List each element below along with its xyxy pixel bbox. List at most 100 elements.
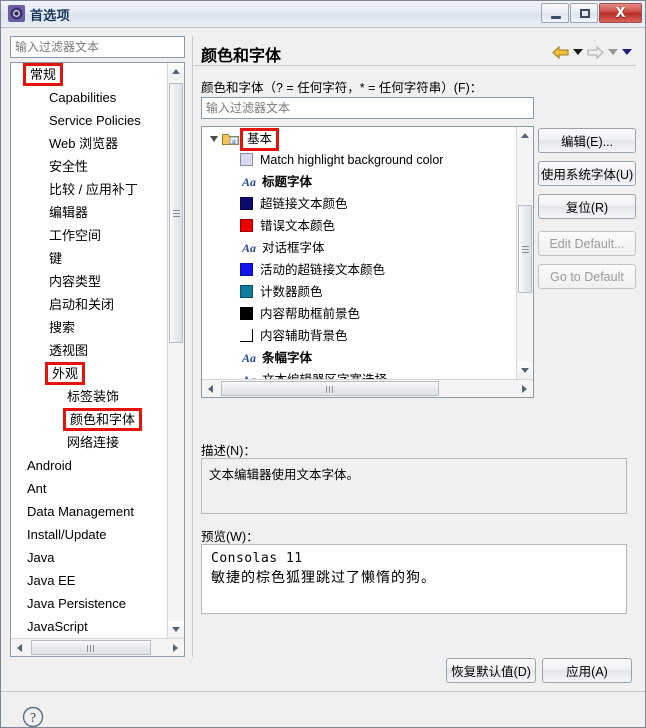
sidebar-item[interactable]: Web 浏览器 — [11, 132, 167, 155]
sidebar-scroll-thumb[interactable] — [169, 83, 183, 343]
sidebar-item-label: 安全性 — [49, 159, 89, 174]
colors-fonts-item-row[interactable]: Aa 对话框字体 — [202, 237, 516, 259]
colors-fonts-item-label: 错误文本颜色 — [260, 219, 336, 233]
maximize-button[interactable] — [570, 3, 598, 23]
colors-fonts-group-row[interactable]: a 基本 — [202, 127, 516, 151]
scroll-right-arrow-icon[interactable] — [167, 639, 184, 656]
reset-button[interactable]: 复位(R) — [538, 194, 636, 219]
sidebar-item[interactable]: Capabilities — [11, 86, 167, 109]
list-hscroll-thumb[interactable] — [221, 381, 439, 396]
sidebar-item[interactable]: 键 — [11, 247, 167, 270]
sidebar-item-label: 网络连接 — [67, 435, 120, 450]
font-sample-icon: Aa — [240, 369, 258, 379]
restore-defaults-button[interactable]: 恢复默认值(D) — [446, 658, 536, 683]
svg-text:a: a — [232, 138, 236, 146]
edit-button[interactable]: 编辑(E)... — [538, 128, 636, 153]
sidebar-item-label: Install/Update — [27, 527, 107, 542]
sidebar-item[interactable]: 启动和关闭 — [11, 293, 167, 316]
colors-fonts-item-row[interactable]: Aa文本编辑器区字宽选择 — [202, 369, 516, 379]
colors-fonts-item-row[interactable]: Aa 条幅字体 — [202, 347, 516, 369]
main-panel: 颜色和字体 颜色和字体（? = 任何字符，* = 任何字符串）(F)： 输入过滤… — [192, 36, 636, 657]
use-system-font-button[interactable]: 使用系统字体(U) — [538, 161, 636, 186]
back-arrow-icon[interactable] — [552, 45, 569, 60]
sidebar-hscroll-thumb[interactable] — [31, 640, 151, 655]
colors-fonts-tree: a 基本 Match highlight background color Aa 标题字… — [201, 126, 534, 398]
colors-fonts-item-label: 内容辅助背景色 — [260, 329, 348, 343]
sidebar-item[interactable]: Data Management — [11, 500, 167, 523]
color-swatch — [240, 219, 253, 232]
list-scroll-thumb[interactable] — [518, 205, 532, 293]
go-to-default-button: Go to Default — [538, 264, 636, 289]
sidebar-item[interactable]: 标签装饰 — [11, 385, 167, 408]
colors-fonts-item-row[interactable]: 超链接文本颜色 — [202, 193, 516, 215]
more-menu-chevron-down-icon[interactable] — [622, 49, 632, 55]
colors-fonts-list: a 基本 Match highlight background color Aa 标题字… — [202, 127, 516, 379]
colors-fonts-item-row[interactable]: Match highlight background color — [202, 149, 516, 171]
sidebar-item[interactable]: 安全性 — [11, 155, 167, 178]
sidebar-item[interactable]: 比较 / 应用补丁 — [11, 178, 167, 201]
color-swatch — [240, 197, 253, 210]
title-bar: 首选项 X — [0, 0, 646, 28]
colors-fonts-item-row[interactable]: 错误文本颜色 — [202, 215, 516, 237]
sidebar-item[interactable]: 工作空间 — [11, 224, 167, 247]
close-icon: X — [615, 5, 626, 21]
sidebar-item[interactable]: 透视图 — [11, 339, 167, 362]
minimize-button[interactable] — [541, 3, 569, 23]
colors-fonts-item-row[interactable]: 活动的超链接文本颜色 — [202, 259, 516, 281]
sidebar-item[interactable]: 编辑器 — [11, 201, 167, 224]
sidebar-item[interactable]: Java — [11, 546, 167, 569]
scroll-left-arrow-icon[interactable] — [11, 639, 28, 656]
sidebar-item[interactable]: JavaScript — [11, 615, 167, 638]
help-question-icon[interactable]: ? — [22, 706, 44, 728]
sidebar-item[interactable]: 常规 — [11, 63, 167, 86]
colors-fonts-item-label: 超链接文本颜色 — [260, 197, 348, 211]
sidebar-item[interactable]: 颜色和字体 — [11, 408, 167, 431]
list-scroll-up-arrow-icon[interactable] — [517, 127, 533, 144]
list-horizontal-scrollbar[interactable] — [202, 379, 533, 397]
scroll-down-arrow-icon[interactable] — [168, 621, 184, 638]
back-menu-chevron-down-icon[interactable] — [573, 49, 583, 55]
sidebar-item[interactable]: 外观 — [11, 362, 167, 385]
dialog-body: 常规 Capabilities Service Policies Web 浏览器安全性… — [0, 28, 646, 728]
list-vertical-scrollbar[interactable] — [516, 127, 533, 379]
preview-box: Consolas 11 敏捷的棕色狐狸跳过了懒惰的狗。 — [201, 544, 627, 614]
expanded-triangle-icon[interactable] — [210, 127, 220, 149]
list-scroll-right-arrow-icon[interactable] — [516, 380, 533, 397]
folder-font-icon: a — [222, 131, 239, 146]
colors-fonts-item-row[interactable]: Aa 标题字体 — [202, 171, 516, 193]
preferences-dialog: 首选项 X 常规 Capabilities Service Policies Web … — [0, 0, 646, 728]
sidebar-item[interactable]: Ant — [11, 477, 167, 500]
sidebar-item-label: Capabilities — [49, 90, 117, 105]
color-swatch — [240, 263, 253, 276]
list-scroll-down-arrow-icon[interactable] — [517, 362, 533, 379]
sidebar-filter-input[interactable] — [10, 36, 185, 58]
sidebar-item-label: JavaScript — [27, 619, 88, 634]
sidebar-item[interactable]: 搜索 — [11, 316, 167, 339]
list-scroll-left-arrow-icon[interactable] — [202, 380, 219, 397]
scroll-up-arrow-icon[interactable] — [168, 63, 184, 80]
sidebar: 常规 Capabilities Service Policies Web 浏览器安全性… — [10, 36, 185, 657]
close-button[interactable]: X — [599, 3, 642, 23]
sidebar-item[interactable]: Java EE — [11, 569, 167, 592]
sidebar-vertical-scrollbar[interactable] — [167, 63, 184, 638]
preferences-gear-icon — [8, 5, 25, 22]
apply-button[interactable]: 应用(A) — [542, 658, 632, 683]
sidebar-item[interactable]: Service Policies — [11, 109, 167, 132]
sidebar-item[interactable]: Android — [11, 454, 167, 477]
colors-fonts-filter-input[interactable] — [201, 97, 534, 119]
colors-fonts-filter-label: 颜色和字体（? = 任何字符，* = 任何字符串）(F)： — [201, 81, 483, 95]
sidebar-item[interactable]: 内容类型 — [11, 270, 167, 293]
forward-arrow-icon — [587, 45, 604, 60]
sidebar-item-label: 编辑器 — [49, 205, 89, 220]
colors-fonts-item-row[interactable]: 内容帮助框前景色 — [202, 303, 516, 325]
colors-fonts-item-row[interactable]: 计数器颜色 — [202, 281, 516, 303]
colors-fonts-item-row[interactable]: 内容辅助背景色 — [202, 325, 516, 347]
sidebar-item-label: 颜色和字体 — [63, 408, 143, 431]
sidebar-item[interactable]: Java Persistence — [11, 592, 167, 615]
sidebar-item[interactable]: 网络连接 — [11, 431, 167, 454]
preview-font-name: Consolas 11 — [211, 551, 303, 566]
sidebar-item[interactable]: Install/Update — [11, 523, 167, 546]
sidebar-item-label: 标签装饰 — [67, 389, 120, 404]
sidebar-item-label: Java EE — [27, 573, 76, 588]
sidebar-horizontal-scrollbar[interactable] — [11, 638, 184, 656]
